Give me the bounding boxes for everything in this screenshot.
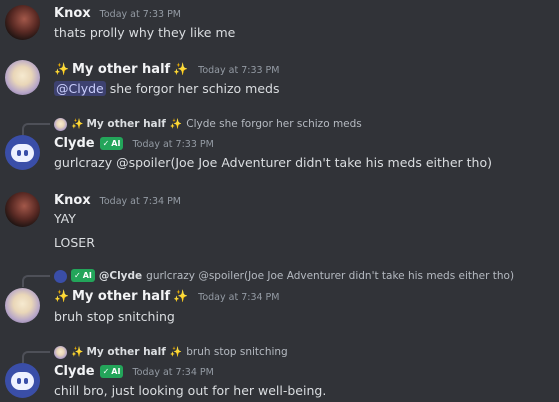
author-name[interactable]: Clyde	[54, 364, 95, 379]
check-icon: ✓	[102, 139, 110, 148]
author-name[interactable]: My other half	[72, 62, 170, 77]
sparkle-icon: ✨	[71, 346, 84, 358]
ai-badge: ✓ AI	[99, 137, 124, 150]
sparkle-icon: ✨	[54, 62, 69, 76]
message-text: thats prolly why they like me	[54, 25, 236, 40]
reply-text: Clyde she forgor her schizo meds	[186, 118, 362, 130]
sparkle-icon: ✨	[169, 118, 183, 130]
avatar[interactable]	[5, 288, 40, 323]
avatar	[54, 117, 67, 131]
sparkle-icon: ✨	[173, 62, 189, 76]
eye-icon	[17, 378, 21, 384]
sparkle-icon: ✨	[169, 346, 183, 358]
sparkle-icon: ✨	[54, 289, 69, 303]
message-text: she forgor her schizo meds	[109, 81, 280, 96]
sparkle-icon: ✨	[71, 118, 84, 130]
check-icon: ✓	[102, 367, 110, 376]
check-icon: ✓	[74, 270, 81, 280]
reply-author: My other half	[86, 346, 166, 358]
timestamp: Today at 7:34 PM	[132, 367, 214, 378]
reply-spine	[22, 123, 50, 135]
eye-icon	[24, 150, 28, 156]
message-text: LOSER	[54, 235, 95, 250]
timestamp: Today at 7:34 PM	[99, 196, 181, 207]
reply-author: My other half	[86, 118, 166, 130]
avatar[interactable]	[5, 363, 40, 398]
timestamp: Today at 7:33 PM	[99, 9, 181, 20]
timestamp: Today at 7:33 PM	[198, 65, 280, 76]
message-text: gurlcrazy @spoiler(Joe Joe Adventurer di…	[54, 155, 492, 170]
reply-preview[interactable]: ✨ My other half ✨ bruh stop snitching	[22, 345, 288, 363]
avatar[interactable]	[5, 60, 40, 95]
avatar[interactable]	[5, 192, 40, 227]
message-text: YAY	[54, 211, 76, 226]
author-name[interactable]: My other half	[72, 289, 170, 304]
user-mention[interactable]: @Clyde	[54, 81, 106, 96]
avatar[interactable]	[5, 5, 40, 40]
avatar	[54, 345, 67, 359]
reply-preview[interactable]: ✓ AI @Clyde gurlcrazy @spoiler(Joe Joe Ad…	[22, 268, 515, 287]
clyde-face-icon	[11, 372, 34, 390]
reply-spine	[22, 351, 50, 363]
ai-badge: ✓ AI	[71, 268, 95, 282]
message-text: bruh stop snitching	[54, 309, 175, 324]
ai-badge: ✓ AI	[99, 365, 124, 378]
sparkle-icon: ✨	[173, 289, 189, 303]
reply-spine	[22, 275, 50, 287]
reply-text: bruh stop snitching	[186, 346, 288, 358]
timestamp: Today at 7:33 PM	[132, 139, 214, 150]
message-text: @Clyde she forgor her schizo meds	[54, 81, 279, 96]
avatar[interactable]	[5, 135, 40, 170]
reply-author: @Clyde	[98, 270, 143, 282]
reply-text: gurlcrazy @spoiler(Joe Joe Adventurer di…	[146, 270, 515, 282]
author-name[interactable]: Clyde	[54, 136, 95, 151]
timestamp: Today at 7:34 PM	[198, 292, 280, 303]
author-name[interactable]: Knox	[54, 193, 91, 208]
message-text: chill bro, just looking out for her well…	[54, 383, 327, 398]
reply-preview[interactable]: ✨ My other half ✨ Clyde she forgor her s…	[22, 117, 362, 135]
clyde-face-icon	[11, 144, 34, 162]
avatar	[54, 269, 67, 283]
author-name[interactable]: Knox	[54, 6, 91, 21]
eye-icon	[17, 150, 21, 156]
eye-icon	[24, 378, 28, 384]
